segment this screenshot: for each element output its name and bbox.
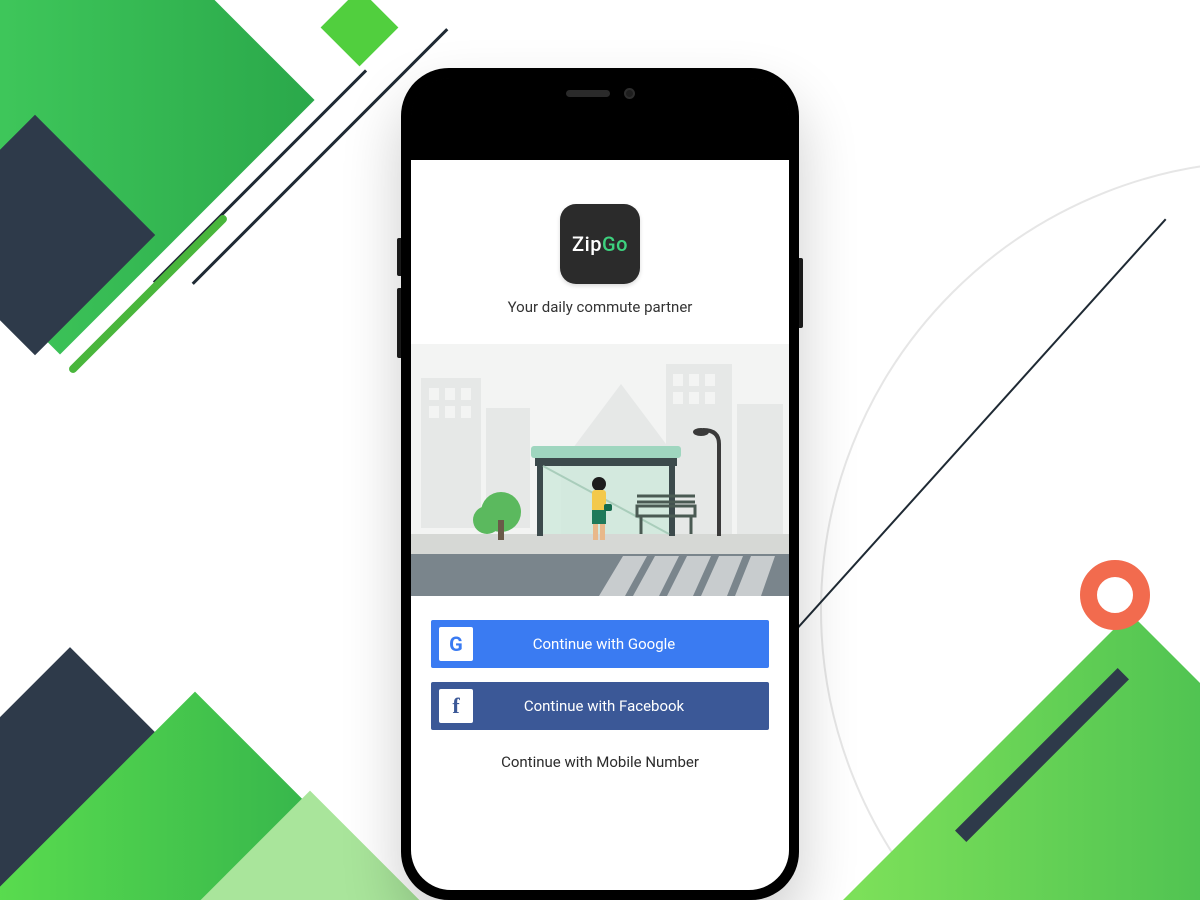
- speaker-icon: [566, 90, 610, 97]
- continue-facebook-button[interactable]: f Continue with Facebook: [431, 682, 769, 730]
- logo-part-go: Go: [602, 232, 628, 256]
- facebook-glyph: f: [452, 693, 459, 719]
- phone-side-button: [397, 238, 401, 276]
- phone-side-button: [799, 258, 803, 328]
- camera-icon: [624, 88, 635, 99]
- app-logo: ZipGo: [560, 204, 640, 284]
- decor-tl-small-square: [321, 0, 399, 66]
- decor-coral-ring: [1080, 560, 1150, 630]
- phone-topbar: [411, 78, 789, 160]
- logo-part-zip: Zip: [572, 232, 602, 256]
- google-glyph: G: [449, 632, 463, 656]
- mobile-button-label: Continue with Mobile Number: [501, 753, 699, 771]
- phone-notch: [505, 78, 695, 108]
- google-icon: G: [439, 627, 473, 661]
- continue-mobile-button[interactable]: Continue with Mobile Number: [431, 744, 769, 780]
- google-button-label: Continue with Google: [483, 635, 769, 653]
- phone-frame: ZipGo Your daily commute partner: [401, 68, 799, 900]
- hero-illustration: [411, 344, 789, 596]
- facebook-button-label: Continue with Facebook: [483, 697, 769, 715]
- logo-area: ZipGo Your daily commute partner: [411, 160, 789, 316]
- continue-google-button[interactable]: G Continue with Google: [431, 620, 769, 668]
- phone-side-button: [397, 288, 401, 358]
- app-screen: ZipGo Your daily commute partner: [411, 160, 789, 890]
- phone-inner: ZipGo Your daily commute partner: [411, 78, 789, 890]
- promo-stage: ZipGo Your daily commute partner: [0, 0, 1200, 900]
- tagline: Your daily commute partner: [411, 298, 789, 316]
- facebook-icon: f: [439, 689, 473, 723]
- auth-actions: G Continue with Google f Continue with F…: [411, 596, 789, 780]
